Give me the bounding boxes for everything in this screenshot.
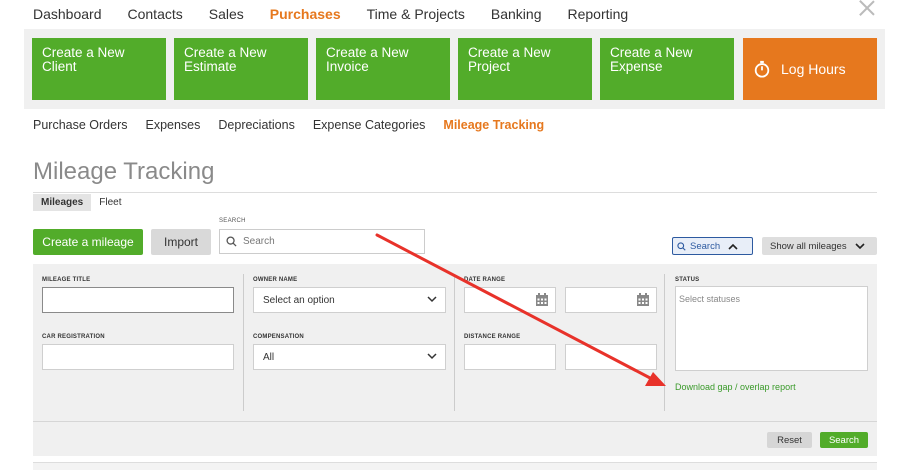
mileage-title-label: MILEAGE TITLE xyxy=(42,277,91,283)
search-icon xyxy=(677,241,686,251)
car-registration-label: CAR REGISTRATION xyxy=(42,334,105,340)
nav-purchases[interactable]: Purchases xyxy=(270,6,341,24)
tab-mileages[interactable]: Mileages xyxy=(33,194,92,211)
status-placeholder: Select statuses xyxy=(679,294,741,304)
page-title: Mileage Tracking xyxy=(33,158,215,185)
column-divider xyxy=(243,274,244,411)
create-client-tile[interactable]: Create a New Client xyxy=(32,38,166,100)
calendar-icon[interactable] xyxy=(636,293,650,307)
owner-name-value: Select an option xyxy=(263,294,335,306)
chevron-down-icon xyxy=(427,296,437,303)
purchases-subnav: Purchase Orders Expenses Depreciations E… xyxy=(33,118,562,132)
show-all-mileages-dropdown[interactable]: Show all mileages xyxy=(762,237,877,255)
date-to-input[interactable] xyxy=(565,287,657,313)
subnav-expense-categories[interactable]: Expense Categories xyxy=(313,118,426,132)
tab-fleet[interactable]: Fleet xyxy=(91,194,129,211)
compensation-value: All xyxy=(263,351,275,363)
tile-line2: Invoice xyxy=(326,59,369,74)
search-input[interactable]: Search xyxy=(219,229,425,254)
advanced-search-toggle[interactable]: Search xyxy=(672,237,753,255)
subnav-purchase-orders[interactable]: Purchase Orders xyxy=(33,118,127,132)
create-expense-tile[interactable]: Create a New Expense xyxy=(600,38,734,100)
title-divider xyxy=(33,192,877,193)
subnav-expenses[interactable]: Expenses xyxy=(145,118,200,132)
tile-line1: Create a New xyxy=(184,45,267,60)
mileage-title-input[interactable] xyxy=(42,287,234,313)
subnav-depreciations[interactable]: Depreciations xyxy=(218,118,294,132)
show-all-label: Show all mileages xyxy=(770,240,847,252)
date-range-label: DATE RANGE xyxy=(464,277,506,283)
main-nav: Dashboard Contacts Sales Purchases Time … xyxy=(33,6,654,24)
download-gap-overlap-report-link[interactable]: Download gap / overlap report xyxy=(675,382,796,392)
log-hours-tile[interactable]: Log Hours xyxy=(743,38,877,100)
log-hours-label: Log Hours xyxy=(781,61,846,77)
column-divider xyxy=(664,274,665,411)
create-project-tile[interactable]: Create a New Project xyxy=(458,38,592,100)
create-estimate-tile[interactable]: Create a New Estimate xyxy=(174,38,308,100)
status-label: STATUS xyxy=(675,277,700,283)
tile-line2: Project xyxy=(468,59,511,74)
owner-name-select[interactable]: Select an option xyxy=(253,287,446,313)
nav-reporting[interactable]: Reporting xyxy=(567,6,628,24)
owner-name-label: OWNER NAME xyxy=(253,277,298,283)
compensation-label: COMPENSATION xyxy=(253,334,304,340)
tile-line1: Create a New xyxy=(42,45,125,60)
import-button[interactable]: Import xyxy=(151,229,211,255)
distance-to-input[interactable] xyxy=(565,344,657,370)
subnav-mileage-tracking[interactable]: Mileage Tracking xyxy=(443,118,544,132)
view-tabs: Mileages Fleet xyxy=(33,194,129,211)
results-table-top xyxy=(33,462,877,470)
tile-line1: Create a New xyxy=(326,45,409,60)
nav-time-projects[interactable]: Time & Projects xyxy=(367,6,465,24)
search-button[interactable]: Search xyxy=(820,432,868,448)
calendar-icon[interactable] xyxy=(535,293,549,307)
create-mileage-button[interactable]: Create a mileage xyxy=(33,229,143,255)
nav-dashboard[interactable]: Dashboard xyxy=(33,6,102,24)
panel-divider xyxy=(33,421,877,422)
nav-banking[interactable]: Banking xyxy=(491,6,542,24)
chevron-up-icon xyxy=(728,243,738,250)
stopwatch-icon xyxy=(754,60,770,78)
tile-line2: Client xyxy=(42,59,77,74)
distance-from-input[interactable] xyxy=(464,344,556,370)
nav-contacts[interactable]: Contacts xyxy=(128,6,183,24)
nav-sales[interactable]: Sales xyxy=(209,6,244,24)
close-icon[interactable] xyxy=(858,0,876,18)
status-multiselect[interactable]: Select statuses xyxy=(675,286,868,371)
reset-button[interactable]: Reset xyxy=(767,432,812,448)
search-placeholder: Search xyxy=(243,236,275,247)
tile-line1: Create a New xyxy=(610,45,693,60)
column-divider xyxy=(454,274,455,411)
tile-line2: Estimate xyxy=(184,59,237,74)
car-registration-input[interactable] xyxy=(42,344,234,370)
search-toggle-label: Search xyxy=(690,240,721,252)
tile-line1: Create a New xyxy=(468,45,551,60)
chevron-down-icon xyxy=(855,242,865,249)
quick-actions: Create a New Client Create a New Estimat… xyxy=(24,29,885,109)
tile-line2: Expense xyxy=(610,59,663,74)
date-from-input[interactable] xyxy=(464,287,556,313)
compensation-select[interactable]: All xyxy=(253,344,446,370)
search-icon xyxy=(226,236,237,247)
search-label: SEARCH xyxy=(219,218,246,224)
chevron-down-icon xyxy=(427,353,437,360)
create-invoice-tile[interactable]: Create a New Invoice xyxy=(316,38,450,100)
distance-range-label: DISTANCE RANGE xyxy=(464,334,521,340)
